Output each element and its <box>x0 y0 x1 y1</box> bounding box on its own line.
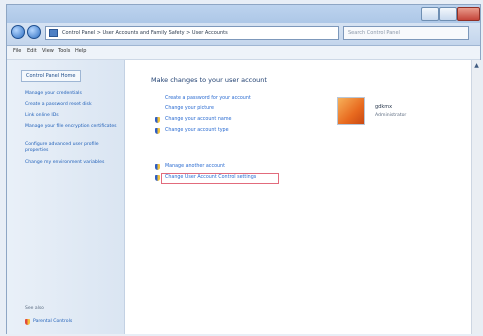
search-input[interactable]: Search Control Panel <box>343 26 469 40</box>
user-name: gdkmx <box>375 104 393 110</box>
menu-bar: File Edit View Tools Help <box>7 46 480 60</box>
task-uac-settings[interactable]: Change User Account Control settings <box>151 175 257 181</box>
task-label: Change your picture <box>165 106 214 111</box>
task-change-picture[interactable]: Change your picture <box>151 106 214 111</box>
task-change-account-type[interactable]: Change your account type <box>151 128 229 134</box>
shield-icon <box>155 128 160 134</box>
task-change-account-name[interactable]: Change your account name <box>151 117 232 123</box>
navigation-bar: Control Panel > User Accounts and Family… <box>7 23 480 46</box>
task-create-password[interactable]: Create a password for your account <box>151 96 251 101</box>
sidebar-link-credentials[interactable]: Manage your credentials <box>25 91 117 97</box>
sidebar-link-online-ids[interactable]: Link online IDs <box>25 113 117 119</box>
sidebar-link-env-vars[interactable]: Change my environment variables <box>25 160 117 166</box>
task-label: Create a password for your account <box>165 96 251 101</box>
vertical-scrollbar[interactable]: ▲ <box>471 60 481 334</box>
user-role: Administrator <box>375 113 407 118</box>
sidebar-link-encryption[interactable]: Manage your file encryption certificates <box>25 124 117 130</box>
explorer-window: Control Panel > User Accounts and Family… <box>6 4 481 334</box>
control-panel-icon <box>49 29 58 37</box>
task-label: Change your account name <box>165 117 232 122</box>
page-title: Make changes to your user account <box>151 76 267 84</box>
maximize-button[interactable] <box>439 7 457 21</box>
scroll-up-icon[interactable]: ▲ <box>473 62 480 69</box>
menu-edit[interactable]: Edit <box>27 48 37 54</box>
see-also-label: See also <box>25 306 44 311</box>
parental-controls-link[interactable]: Parental Controls <box>25 319 73 325</box>
task-label: Manage another account <box>165 164 225 169</box>
main-content: Make changes to your user account Create… <box>125 60 471 334</box>
shield-icon <box>155 117 160 123</box>
sidebar-link-reset-disk[interactable]: Create a password reset disk <box>25 102 117 108</box>
menu-file[interactable]: File <box>13 48 21 54</box>
menu-tools[interactable]: Tools <box>58 48 70 54</box>
back-button[interactable] <box>11 25 25 39</box>
user-picture <box>337 97 365 125</box>
address-text: Control Panel > User Accounts and Family… <box>62 30 228 36</box>
shield-icon <box>25 319 30 325</box>
menu-help[interactable]: Help <box>75 48 86 54</box>
sidebar-link-profile[interactable]: Configure advanced user profile properti… <box>25 142 117 154</box>
menu-view[interactable]: View <box>42 48 54 54</box>
task-label: Change your account type <box>165 128 229 133</box>
task-manage-another-account[interactable]: Manage another account <box>151 164 225 170</box>
control-panel-home-link[interactable]: Control Panel Home <box>21 70 81 82</box>
shield-icon <box>155 175 160 181</box>
address-bar[interactable]: Control Panel > User Accounts and Family… <box>45 26 339 40</box>
shield-icon <box>155 164 160 170</box>
forward-button[interactable] <box>27 25 41 39</box>
task-label: Change User Account Control settings <box>165 175 257 180</box>
task-sidebar: Control Panel Home Manage your credentia… <box>7 60 125 334</box>
parental-controls-label: Parental Controls <box>33 319 73 324</box>
close-button[interactable] <box>457 7 480 21</box>
minimize-button[interactable] <box>421 7 439 21</box>
